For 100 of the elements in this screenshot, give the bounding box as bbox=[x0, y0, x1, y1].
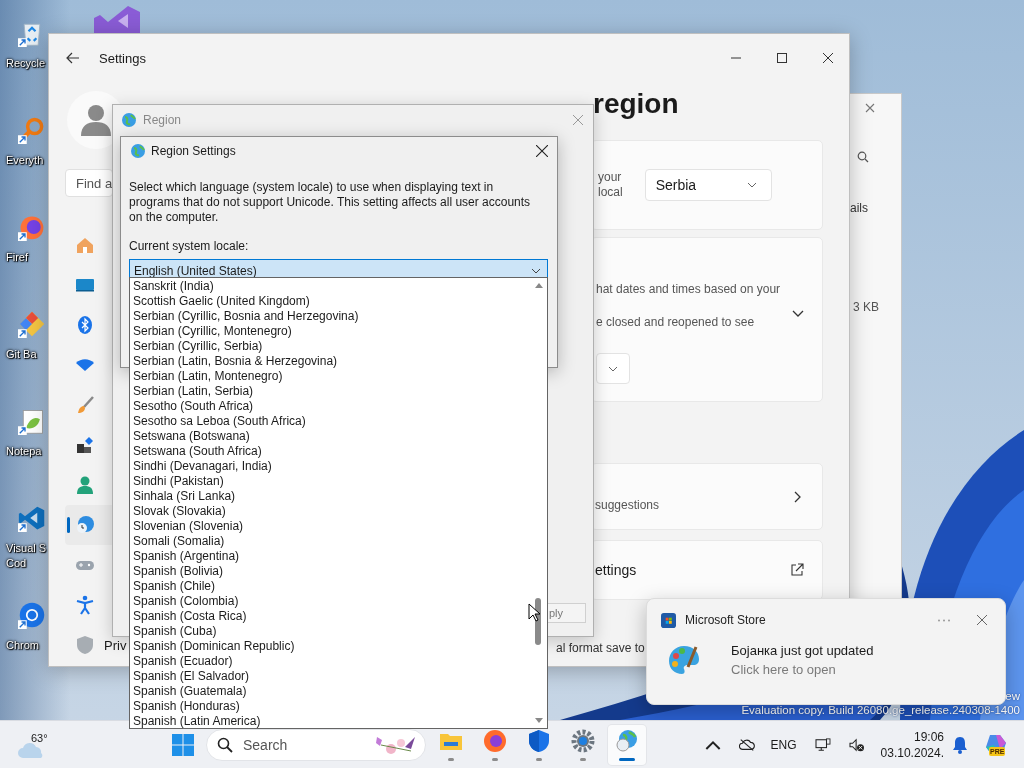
apply-button[interactable]: ply bbox=[546, 603, 586, 623]
setting-description: al format save to bbox=[556, 641, 645, 655]
locale-option[interactable]: Spanish (Ecuador) bbox=[130, 654, 530, 669]
person-icon bbox=[75, 475, 95, 495]
locale-option[interactable]: Serbian (Latin, Serbia) bbox=[130, 384, 530, 399]
close-icon[interactable] bbox=[536, 145, 548, 157]
notification-text: Click here to open bbox=[731, 661, 837, 679]
language-indicator[interactable]: ENG bbox=[770, 737, 797, 752]
locale-option[interactable]: Spanish (Bolivia) bbox=[130, 564, 530, 579]
locale-option[interactable]: Serbian (Latin, Montenegro) bbox=[130, 369, 530, 384]
shield-icon bbox=[527, 728, 551, 753]
locale-option[interactable]: Spanish (Costa Rica) bbox=[130, 609, 530, 624]
globe-clock-icon bbox=[75, 515, 95, 535]
locale-option[interactable]: Spanish (Honduras) bbox=[130, 699, 530, 714]
locale-option[interactable]: Somali (Somalia) bbox=[130, 534, 530, 549]
app-name: Microsoft Store bbox=[685, 613, 766, 627]
chevron-right-icon bbox=[794, 490, 802, 503]
temperature-text[interactable]: 63° bbox=[31, 731, 48, 744]
setting-description: e closed and reopened to see bbox=[596, 314, 756, 331]
globe-icon bbox=[121, 112, 137, 128]
desktop-icon-label: Firef bbox=[6, 250, 28, 265]
globe-icon bbox=[615, 728, 639, 753]
locale-option[interactable]: Sindhi (Devanagari, India) bbox=[130, 459, 530, 474]
locale-option[interactable]: Spanish (Cuba) bbox=[130, 624, 530, 639]
external-link-icon bbox=[790, 563, 804, 577]
search-field[interactable]: Find a bbox=[65, 169, 113, 197]
locale-option[interactable]: Sesotho (South Africa) bbox=[130, 399, 530, 414]
window-title: Region bbox=[143, 113, 182, 127]
search-bar[interactable]: Search bbox=[206, 728, 426, 761]
locale-option[interactable]: Setswana (South Africa) bbox=[130, 444, 530, 459]
mouse-pointer-icon bbox=[528, 603, 540, 622]
locale-option[interactable]: Serbian (Cyrillic, Montenegro) bbox=[130, 324, 530, 339]
setting-description: your bbox=[598, 170, 623, 185]
nav-item[interactable]: Priv bbox=[65, 625, 131, 665]
brush-icon bbox=[75, 395, 95, 415]
locale-option[interactable]: Spanish (Guatemala) bbox=[130, 684, 530, 699]
setting-description: suggestions bbox=[595, 498, 660, 513]
palette-icon bbox=[667, 643, 701, 677]
chevron-down-icon bbox=[608, 365, 618, 372]
description-text: Select which language (system locale) to use when displaying text in programs that do not support Unicode. This setting affects all user accounts on the computer. bbox=[129, 180, 532, 225]
bell-icon[interactable] bbox=[952, 735, 968, 754]
scroll-down-icon[interactable] bbox=[534, 718, 543, 723]
locale-option[interactable]: Spanish (Chile) bbox=[130, 579, 530, 594]
desktop-icon-label: Chrom bbox=[6, 638, 39, 653]
window-title: Settings bbox=[99, 50, 146, 66]
apps-icon bbox=[75, 435, 95, 455]
start-icon[interactable] bbox=[171, 732, 195, 757]
desktop-icon-label: Recycle bbox=[6, 56, 46, 71]
locale-option[interactable]: Spanish (Latin America) bbox=[130, 714, 530, 729]
taskbar-app[interactable] bbox=[608, 724, 646, 765]
close-icon[interactable] bbox=[823, 53, 833, 63]
dialog-title: Region Settings bbox=[151, 144, 236, 158]
locale-option[interactable]: Spanish (Colombia) bbox=[130, 594, 530, 609]
chevron-down-icon[interactable] bbox=[792, 310, 804, 318]
locale-option[interactable]: Sesotho sa Leboa (South Africa) bbox=[130, 414, 530, 429]
clock-date[interactable]: 03.10.2024. bbox=[880, 744, 944, 761]
maximize-icon[interactable] bbox=[777, 53, 787, 63]
country-dropdown[interactable]: Serbia bbox=[644, 169, 772, 201]
accessibility-icon bbox=[75, 595, 95, 615]
monitor-icon[interactable] bbox=[814, 737, 831, 752]
setting-description: hat dates and times based on your bbox=[596, 281, 781, 298]
details-text: ails bbox=[850, 201, 868, 215]
locale-option[interactable]: Slovak (Slovakia) bbox=[130, 504, 530, 519]
settings-card[interactable]: suggestions bbox=[591, 463, 823, 530]
watermark-text: ew bbox=[1005, 690, 1020, 702]
locale-option[interactable]: Spanish (Dominican Republic) bbox=[130, 639, 530, 654]
fox-globe-icon bbox=[483, 728, 507, 753]
search-icon[interactable] bbox=[857, 151, 869, 163]
chevron-down-icon bbox=[746, 182, 757, 188]
desktop-icon-label: Git Ba bbox=[6, 347, 37, 362]
gear-icon bbox=[571, 728, 595, 753]
settings-card[interactable]: ettings bbox=[591, 540, 823, 600]
locale-option[interactable]: Spanish (El Salvador) bbox=[130, 669, 530, 684]
store-icon bbox=[661, 612, 676, 628]
chevron-down-icon bbox=[531, 267, 541, 274]
locale-option[interactable]: Serbian (Cyrillic, Serbia) bbox=[130, 339, 530, 354]
locale-option[interactable]: Serbian (Cyrillic, Bosnia and Herzegovina) bbox=[130, 309, 530, 324]
clock-time[interactable]: 19:06 bbox=[913, 728, 944, 745]
speaker-muted-icon[interactable] bbox=[848, 737, 865, 752]
search-field[interactable]: Search bbox=[241, 735, 345, 754]
locale-option[interactable]: Sinhala (Sri Lanka) bbox=[130, 489, 530, 504]
page-heading: region bbox=[592, 88, 680, 121]
desktop-icon-label: Cod bbox=[6, 556, 27, 571]
setting-description: local bbox=[598, 185, 623, 200]
back-arrow-icon[interactable] bbox=[66, 52, 80, 64]
notification-title: Бојанка just got updated bbox=[731, 642, 874, 660]
locale-option[interactable]: Sindhi (Pakistan) bbox=[130, 474, 530, 489]
house-icon bbox=[75, 235, 95, 255]
cloud-slash-icon[interactable] bbox=[738, 737, 755, 752]
locale-option[interactable]: Scottish Gaelic (United Kingdom) bbox=[130, 294, 530, 309]
field-label: Current system locale: bbox=[129, 239, 250, 253]
file-size-text: 3 KB bbox=[853, 300, 879, 314]
bluetooth-icon bbox=[75, 315, 95, 335]
locale-option[interactable]: Slovenian (Slovenia) bbox=[130, 519, 530, 534]
locale-option[interactable]: Setswana (Botswana) bbox=[130, 429, 530, 444]
shield-icon bbox=[75, 635, 95, 655]
locale-option[interactable]: Spanish (Argentina) bbox=[130, 549, 530, 564]
locale-option[interactable]: Serbian (Latin, Bosnia & Herzegovina) bbox=[130, 354, 530, 369]
locale-option[interactable]: Sanskrit (India) bbox=[130, 279, 530, 294]
desktop-icon-label: Visual S bbox=[6, 541, 47, 556]
